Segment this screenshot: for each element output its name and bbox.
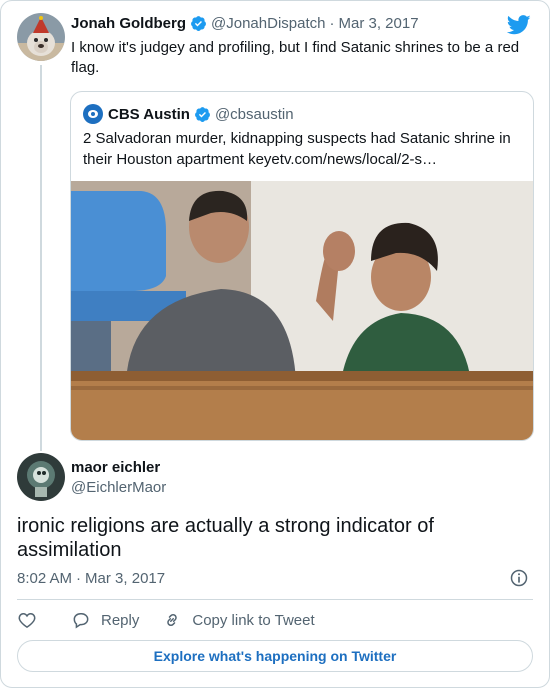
explore-twitter-button[interactable]: Explore what's happening on Twitter <box>17 640 533 672</box>
tweet-meta-separator: · <box>76 570 82 587</box>
heart-icon <box>18 612 36 628</box>
quoted-author-name[interactable]: CBS Austin <box>108 106 190 123</box>
parent-author-name[interactable]: Jonah Goldberg <box>71 15 186 32</box>
divider <box>17 599 533 600</box>
parent-tweet-text: I know it's judgey and profiling, but I … <box>71 39 520 76</box>
quoted-author-handle[interactable]: @cbsaustin <box>215 106 294 123</box>
quoted-tweet-text: 2 Salvadoran murder, kidnapping suspects… <box>83 130 511 168</box>
embedded-tweet-card: Jonah Goldberg @JonahDispatch · Mar 3, 2… <box>0 0 550 688</box>
thread-connector-line <box>40 65 42 451</box>
tweet-author-name[interactable]: maor eichler <box>71 459 160 476</box>
like-button[interactable] <box>17 610 37 630</box>
tweet-time[interactable]: 8:02 AM <box>17 570 72 587</box>
jonah-goldberg-avatar[interactable] <box>17 13 65 61</box>
reply-label: Reply <box>101 611 140 629</box>
verified-badge-icon <box>191 16 206 31</box>
cbs-austin-avatar[interactable] <box>83 104 103 124</box>
link-icon <box>167 613 178 627</box>
tweet-timestamp[interactable]: 8:02 AM · Mar 3, 2017 <box>17 570 165 587</box>
verified-badge-icon <box>195 106 210 122</box>
maor-eichler-avatar[interactable] <box>17 453 65 501</box>
twitter-bird-icon[interactable] <box>507 15 531 35</box>
reply-button[interactable]: Reply <box>71 610 139 630</box>
quoted-tweet[interactable]: CBS Austin @cbsaustin 2 Salvadoran murde… <box>70 91 534 441</box>
parent-tweet-header: Jonah Goldberg @JonahDispatch · Mar 3, 2… <box>71 15 419 32</box>
parent-separator: · <box>329 15 335 32</box>
tweet-date[interactable]: Mar 3, 2017 <box>85 570 165 587</box>
tweet-author-handle[interactable]: @EichlerMaor <box>71 479 166 496</box>
copy-link-button[interactable]: Copy link to Tweet <box>162 610 315 630</box>
parent-author-handle[interactable]: @JonahDispatch <box>211 15 325 32</box>
copy-link-label: Copy link to Tweet <box>192 611 315 629</box>
parent-date[interactable]: Mar 3, 2017 <box>338 15 418 32</box>
info-icon[interactable] <box>509 568 529 588</box>
tweet-text: ironic religions are actually a strong i… <box>17 515 434 561</box>
reply-icon <box>73 613 89 629</box>
courtroom-photo[interactable] <box>71 181 533 441</box>
tweet-actions: Reply Copy link to Tweet <box>17 608 315 632</box>
quoted-tweet-header: CBS Austin @cbsaustin <box>83 104 294 124</box>
cbs-pupil-logo <box>91 112 95 116</box>
